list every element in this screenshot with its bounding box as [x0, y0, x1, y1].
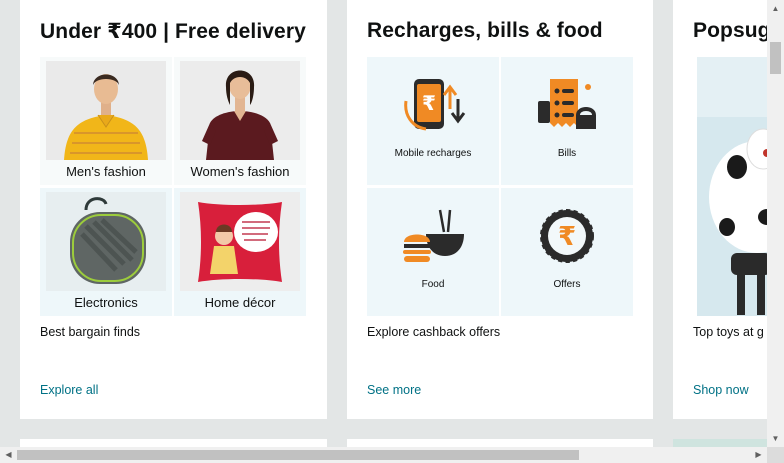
horizontal-scrollbar[interactable]: ◀ ▶ — [0, 447, 767, 463]
tile-mobile-recharges[interactable]: ₹ Mobile recharges — [367, 57, 499, 185]
tile-label: Electronics — [74, 295, 138, 310]
next-card-1 — [20, 439, 327, 447]
tile-label: Women's fashion — [190, 164, 290, 179]
food-icon — [403, 209, 464, 262]
toy-tile[interactable] — [697, 57, 767, 316]
svg-text:₹: ₹ — [422, 91, 436, 115]
home-decor-image — [180, 192, 300, 291]
robot-dog-toy-image — [697, 57, 767, 316]
card-description: Best bargain finds — [40, 325, 141, 339]
next-card-2 — [347, 439, 653, 447]
recharges-bills-food-card: Recharges, bills & food ₹ Mobile recharg… — [347, 0, 653, 419]
card-description: Top toys at g — [693, 325, 764, 339]
tile-label: Mobile recharges — [394, 148, 472, 159]
womens-fashion-image — [180, 61, 300, 160]
card-title: Popsug — [693, 19, 767, 42]
tile-offers[interactable]: ₹ Offers — [501, 188, 633, 316]
shop-now-link[interactable]: Shop now — [693, 383, 749, 397]
offers-icon: ₹ — [540, 209, 594, 263]
tile-label: Offers — [553, 279, 581, 290]
card-title: Recharges, bills & food — [367, 19, 603, 42]
category-grid: Men's fashion Women's fashion Electronic… — [40, 57, 306, 316]
tile-label: Men's fashion — [66, 164, 146, 179]
scroll-up-arrow[interactable]: ▲ — [767, 0, 784, 17]
tile-home-decor[interactable]: Home décor — [174, 188, 306, 316]
mobile-recharge-icon: ₹ — [404, 79, 466, 131]
services-grid: ₹ Mobile recharges Bills Food ₹ Offers — [367, 57, 633, 316]
svg-text:₹: ₹ — [558, 222, 576, 252]
tile-womens-fashion[interactable]: Women's fashion — [174, 57, 306, 185]
page-viewport: Under ₹400 | Free delivery Men's fashion — [0, 0, 767, 447]
bills-icon — [538, 79, 596, 129]
deals-card-under-400: Under ₹400 | Free delivery Men's fashion — [20, 0, 327, 419]
electronics-image — [46, 192, 166, 291]
card-title: Under ₹400 | Free delivery — [40, 20, 306, 43]
tile-label: Bills — [557, 148, 577, 159]
scroll-left-arrow[interactable]: ◀ — [0, 447, 17, 463]
tile-food[interactable]: Food — [367, 188, 499, 316]
popular-toys-card: Popsug Top toys at g Shop now — [673, 0, 767, 419]
horizontal-scroll-thumb[interactable] — [17, 450, 579, 460]
card-description: Explore cashback offers — [367, 325, 501, 339]
vertical-scroll-thumb[interactable] — [770, 42, 781, 74]
next-card-3 — [673, 439, 767, 447]
tile-bills[interactable]: Bills — [501, 57, 633, 185]
scrollbar-corner — [767, 447, 784, 463]
scroll-right-arrow[interactable]: ▶ — [750, 447, 767, 463]
see-more-link[interactable]: See more — [367, 383, 421, 397]
mens-fashion-image — [46, 61, 166, 160]
tile-mens-fashion[interactable]: Men's fashion — [40, 57, 172, 185]
vertical-scrollbar[interactable]: ▲ ▼ — [767, 0, 784, 447]
tile-electronics[interactable]: Electronics — [40, 188, 172, 316]
tile-label: Home décor — [204, 295, 276, 310]
scroll-down-arrow[interactable]: ▼ — [767, 430, 784, 447]
explore-all-link[interactable]: Explore all — [40, 383, 98, 397]
tile-label: Food — [421, 279, 445, 290]
